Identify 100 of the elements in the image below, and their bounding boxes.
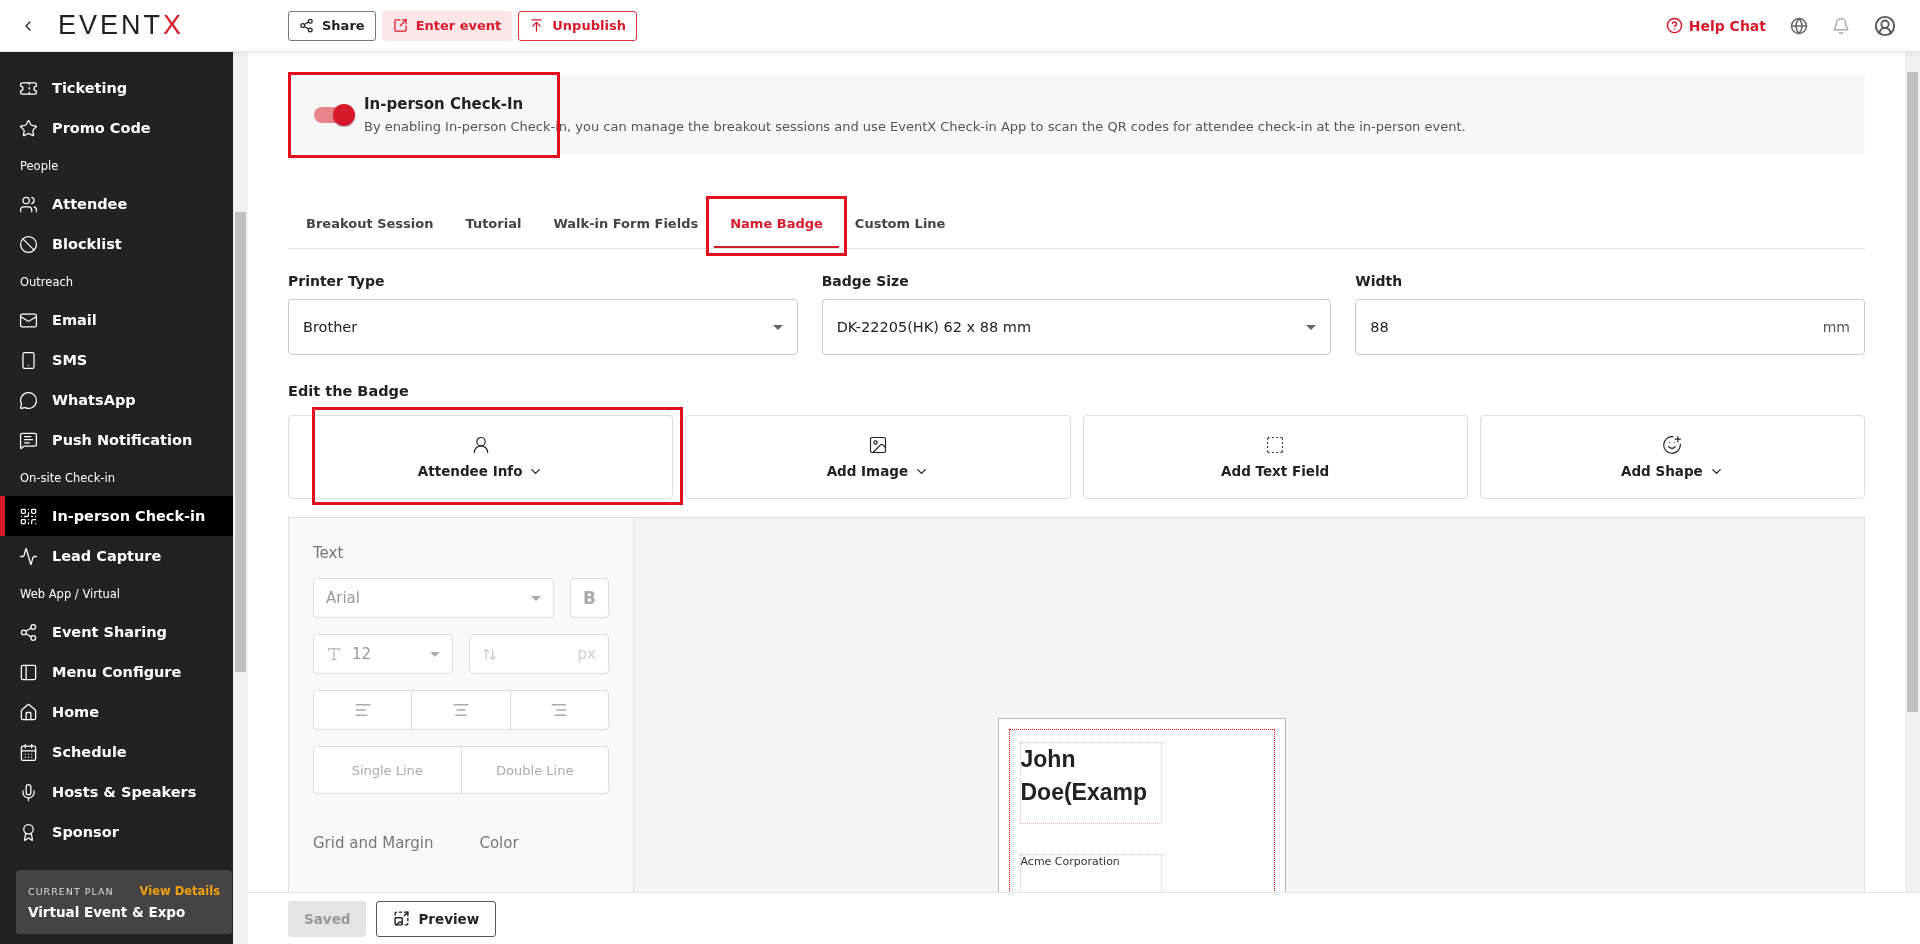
sidebar-item-label: Promo Code — [52, 120, 151, 136]
input-field[interactable]: 88 mm — [1355, 299, 1865, 355]
tab[interactable]: Tutorial — [449, 202, 538, 248]
menu-item-icon — [19, 118, 38, 138]
menu-item-icon — [19, 702, 38, 722]
tool-button[interactable]: Attendee Info — [288, 415, 674, 499]
tool-button[interactable]: Add Text Field — [1082, 415, 1468, 499]
menu-item-icon — [19, 546, 38, 566]
sidebar-section-label: Outreach — [19, 274, 75, 291]
menu-item-icon — [19, 622, 38, 642]
sidebar-item[interactable]: Hosts & Speakers — [0, 772, 233, 812]
sidebar-item[interactable]: SMS — [0, 340, 233, 380]
menu-item-icon — [19, 390, 38, 410]
view-details-link[interactable]: View Details — [139, 884, 220, 898]
sidebar-item[interactable]: Push Notification — [0, 420, 233, 460]
dropdown-arrow-icon — [531, 595, 541, 601]
tab[interactable]: Walk-in Form Fields — [537, 202, 715, 248]
user-icon[interactable] — [1874, 14, 1896, 37]
sidebar-item[interactable]: Lead Capture — [0, 536, 233, 576]
panel-title: Grid and Margin — [313, 834, 434, 852]
bell-icon[interactable] — [1832, 16, 1850, 35]
sidebar-item-label: Hosts & Speakers — [52, 784, 197, 800]
section-title: Edit the Badge — [288, 383, 410, 399]
plan-label: CURRENT PLAN — [28, 885, 114, 897]
help-chat-link[interactable]: Help Chat — [1665, 17, 1766, 34]
field-label: Printer Type — [288, 273, 386, 289]
sidebar-item-label: WhatsApp — [52, 392, 136, 408]
scrollbar[interactable] — [233, 52, 248, 944]
menu-item-icon — [19, 350, 38, 370]
sidebar-item[interactable]: WhatsApp — [0, 380, 233, 420]
panel-title: Color — [479, 834, 519, 852]
line-height-icon — [482, 646, 497, 662]
text-size-icon — [326, 646, 342, 662]
sidebar-section-label: Web App / Virtual — [19, 586, 121, 603]
tool-button[interactable]: Add Shape — [1479, 415, 1865, 499]
sidebar-item[interactable]: Home — [0, 692, 233, 732]
menu-item-icon — [19, 234, 38, 254]
select-field[interactable]: Brother — [288, 299, 798, 355]
align-left-icon — [353, 701, 372, 719]
sidebar-item[interactable]: In-person Check-in — [0, 496, 233, 536]
panel-title: Text — [313, 544, 345, 562]
menu-item-icon — [19, 430, 38, 450]
sidebar-item-label: Email — [52, 312, 97, 328]
sidebar-item[interactable]: Email — [0, 300, 233, 340]
smiley-icon — [1662, 435, 1683, 455]
tab[interactable]: Breakout Session — [290, 202, 450, 248]
sidebar-item-label: Home — [52, 704, 100, 720]
sidebar-item[interactable]: Schedule — [0, 732, 233, 772]
sidebar-item-label: Blocklist — [52, 236, 122, 252]
align-center-icon — [452, 701, 470, 719]
sidebar-item-label: Event Sharing — [52, 624, 167, 640]
plan-name: Virtual Event & Expo — [28, 904, 187, 920]
sidebar-item[interactable]: Menu Configure — [0, 652, 233, 692]
action-button[interactable]: Unpublish — [518, 10, 637, 41]
scrollbar[interactable] — [1905, 52, 1920, 892]
menu-item-icon — [19, 194, 38, 214]
menu-item-icon — [19, 742, 38, 762]
sidebar-item-label: Schedule — [52, 744, 127, 760]
preview-icon — [393, 910, 411, 927]
sidebar-item-label: Lead Capture — [52, 548, 162, 564]
dropdown-arrow-icon — [772, 324, 783, 330]
action-button[interactable]: Enter event — [381, 10, 513, 41]
external-link-icon — [392, 18, 408, 33]
menu-item-icon — [19, 662, 38, 682]
sidebar-item-label: In-person Check-in — [52, 508, 206, 524]
sidebar-item[interactable]: Sponsor — [0, 812, 233, 852]
logo: EVENTX — [58, 10, 185, 41]
toggle-switch[interactable] — [314, 107, 352, 123]
tab[interactable]: Custom Line — [838, 202, 962, 248]
share-icon — [299, 18, 314, 33]
action-button[interactable]: Share — [288, 10, 376, 41]
dropdown-arrow-icon — [1306, 324, 1317, 330]
align-right-icon — [550, 701, 569, 719]
select-field[interactable]: DK-22205(HK) 62 x 88 mm — [821, 299, 1332, 355]
dropdown-arrow-icon — [430, 651, 440, 657]
sidebar-section-label: People — [19, 158, 60, 175]
menu-item-icon — [19, 782, 38, 802]
sidebar-item-label: Menu Configure — [52, 664, 182, 680]
badge-name-text[interactable]: John Doe(Examp — [1019, 742, 1162, 824]
sidebar-item[interactable]: Blocklist — [0, 224, 233, 264]
help-icon — [1665, 17, 1683, 34]
sidebar-item[interactable]: Promo Code — [0, 108, 233, 148]
globe-icon[interactable] — [1790, 16, 1808, 35]
sidebar-section-label: On-site Check-in — [19, 470, 116, 487]
field-label: Width — [1355, 273, 1404, 289]
text-frame-icon — [1265, 435, 1286, 455]
menu-item-icon — [19, 506, 38, 526]
sidebar-item-label: Push Notification — [52, 432, 193, 448]
sidebar-item[interactable]: Ticketing — [0, 68, 233, 108]
field-label: Badge Size — [821, 273, 910, 289]
sidebar-item-label: Attendee — [52, 196, 128, 212]
sidebar-item[interactable]: Attendee — [0, 184, 233, 224]
toggle-title: In-person Check-In — [364, 95, 525, 113]
sidebar-item-label: Sponsor — [52, 824, 119, 840]
sidebar-item[interactable]: Event Sharing — [0, 612, 233, 652]
sidebar-item-label: Ticketing — [52, 80, 128, 96]
footer-button[interactable]: Preview — [376, 900, 497, 937]
tool-button[interactable]: Add Image — [685, 415, 1071, 499]
tab[interactable]: Name Badge — [714, 202, 839, 248]
sidebar-item-label: SMS — [52, 352, 88, 368]
